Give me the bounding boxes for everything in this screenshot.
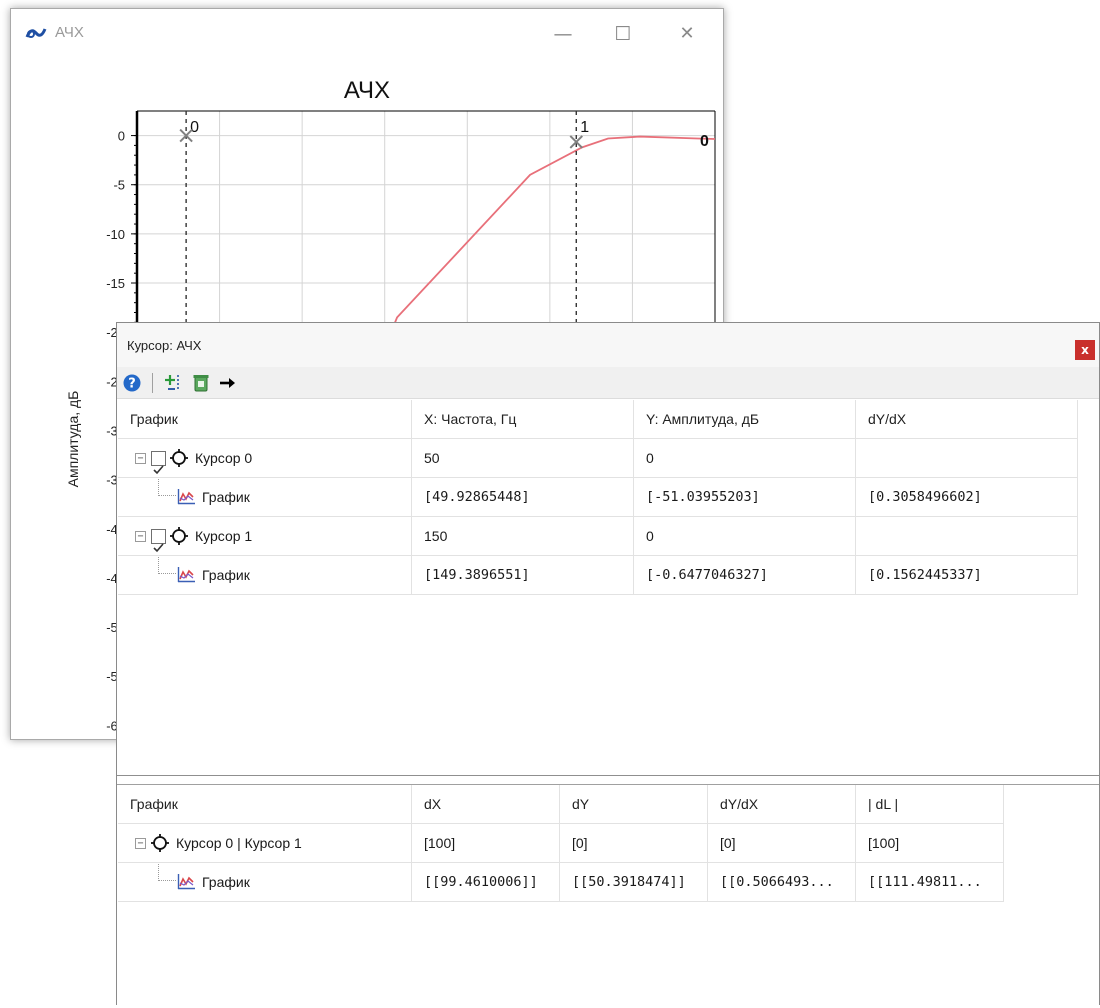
tree-item-label: Курсор 0 | Курсор 1	[176, 835, 302, 851]
cell-y: [-51.03955203]	[634, 478, 856, 517]
cursor-window-titlebar[interactable]: Курсор: АЧХ x	[117, 323, 1099, 367]
cursor-values-panel[interactable]: График X: Частота, Гц Y: Амплитуда, дБ d…	[117, 400, 1099, 775]
y-tick-label: -15	[106, 276, 125, 291]
cell-dydx: [0]	[708, 824, 856, 863]
y-tick-label: -10	[106, 227, 125, 242]
cursor-toolbar: ?	[117, 367, 1099, 399]
tree-item-label: График	[202, 489, 250, 505]
cursor-end-label: 0	[700, 133, 709, 150]
tree-connector	[158, 478, 176, 496]
tree-connector	[158, 556, 176, 574]
checkmark-icon	[153, 465, 164, 475]
column-header-dydx[interactable]: dY/dX	[856, 400, 1078, 439]
toolbar-separator	[152, 373, 153, 393]
cell-y: 0	[634, 517, 856, 556]
cursor-window-close-button[interactable]: x	[1075, 340, 1095, 360]
cursor-label: 0	[190, 119, 199, 136]
cell-dy: [[50.3918474]]	[560, 863, 708, 902]
crosshair-icon	[170, 449, 188, 467]
cursor-1-checkbox[interactable]	[151, 529, 166, 553]
cell-dl: [100]	[856, 824, 1004, 863]
svg-text:?: ?	[128, 377, 136, 392]
tree-item-label: Курсор 0	[195, 450, 253, 466]
cell-dx: [[99.4610006]]	[412, 863, 560, 902]
cell-y: 0	[634, 439, 856, 478]
column-header-dx[interactable]: dX	[412, 785, 560, 824]
y-tick-label: 0	[118, 129, 125, 144]
collapse-icon[interactable]: −	[135, 531, 146, 542]
cursor-window: Курсор: АЧХ x ? График X: Частота, Гц Y:…	[116, 322, 1100, 1005]
crosshair-icon	[170, 527, 188, 545]
cursor-diff-panel[interactable]: График dX dY dY/dX | dL | − Курсор 0 | К…	[117, 784, 1099, 1005]
collapse-icon[interactable]: −	[135, 453, 146, 464]
crosshair-icon	[151, 834, 169, 852]
cell-dy: [0]	[560, 824, 708, 863]
delete-cursor-icon[interactable]	[191, 373, 211, 393]
cell-x: [49.92865448]	[412, 478, 634, 517]
column-header-dydx[interactable]: dY/dX	[708, 785, 856, 824]
cursor-label: 1	[580, 119, 589, 136]
cell-dydx: [0.1562445337]	[856, 556, 1078, 595]
cell-dydx	[856, 517, 1078, 556]
column-header-graph[interactable]: График	[118, 400, 412, 439]
cell-dx: [100]	[412, 824, 560, 863]
tree-item-label: График	[202, 567, 250, 583]
cell-x: 150	[412, 517, 634, 556]
cell-dydx: [[0.5066493...	[708, 863, 856, 902]
checkmark-icon	[153, 543, 164, 553]
cursor-0-checkbox[interactable]	[151, 451, 166, 475]
cell-dydx	[856, 439, 1078, 478]
column-header-y[interactable]: Y: Амплитуда, дБ	[634, 400, 856, 439]
collapse-icon[interactable]: −	[135, 838, 146, 849]
cell-dl: [[111.49811...	[856, 863, 1004, 902]
cell-x: 50	[412, 439, 634, 478]
tree-item-label: Курсор 1	[195, 528, 253, 544]
cursor-window-title: Курсор: АЧХ	[127, 338, 202, 353]
y-tick-label: -5	[113, 178, 125, 193]
graph-icon	[177, 567, 195, 583]
column-header-graph[interactable]: График	[118, 785, 412, 824]
add-cursor-icon[interactable]	[164, 373, 184, 393]
cell-x: [149.3896551]	[412, 556, 634, 595]
arrow-right-icon[interactable]	[217, 373, 237, 393]
cell-y: [-0.6477046327]	[634, 556, 856, 595]
graph-icon	[177, 874, 195, 890]
help-icon[interactable]: ?	[122, 373, 142, 393]
column-header-x[interactable]: X: Частота, Гц	[412, 400, 634, 439]
panel-splitter[interactable]	[117, 775, 1099, 784]
column-header-dy[interactable]: dY	[560, 785, 708, 824]
cell-dydx: [0.3058496602]	[856, 478, 1078, 517]
tree-connector	[158, 863, 176, 881]
column-header-dl[interactable]: | dL |	[856, 785, 1004, 824]
graph-icon	[177, 489, 195, 505]
tree-item-label: График	[202, 874, 250, 890]
